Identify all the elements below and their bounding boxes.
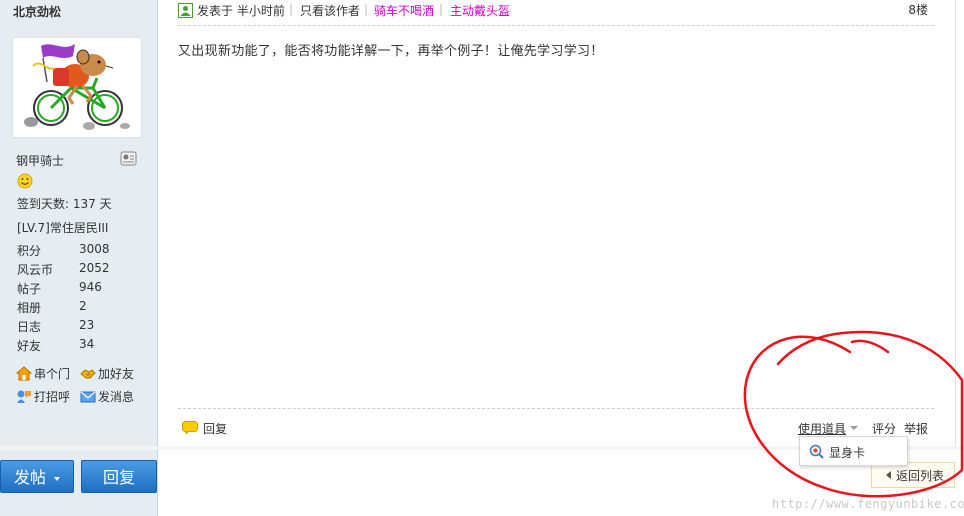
chevron-down-icon: [54, 476, 60, 481]
stat-value[interactable]: 34: [79, 337, 94, 356]
reply-button[interactable]: 回复: [81, 460, 157, 493]
checkin-days: 签到天数: 137 天: [17, 197, 112, 211]
rank-title: 钢甲骑士: [16, 154, 65, 168]
reply-button-label: 回复: [102, 468, 135, 487]
envelope-icon: [80, 391, 96, 403]
home-icon: [16, 366, 32, 381]
user-level[interactable]: [LV.7]常住居民III: [17, 219, 108, 236]
chevron-down-icon[interactable]: [850, 426, 858, 430]
stat-value[interactable]: 2052: [79, 261, 110, 280]
floor-number[interactable]: 8楼: [908, 1, 928, 18]
medal-no-drink[interactable]: 骑车不喝酒: [374, 2, 434, 19]
back-to-list-label: 返回列表: [896, 468, 945, 483]
medal-helmet[interactable]: 主动戴头盔: [450, 2, 510, 19]
message-label: 发消息: [98, 390, 135, 404]
stat-value[interactable]: 3008: [79, 242, 110, 261]
user-stats: 积分 3008 风云币 2052 帖子 946 相册 2 日志 23 好友 34: [17, 242, 147, 356]
stat-label: 好友: [17, 339, 42, 353]
avatar[interactable]: [12, 37, 142, 138]
visit-label: 串个门: [34, 367, 71, 381]
tools-dropdown: 显身卡: [799, 436, 908, 466]
add-friend-label: 加好友: [98, 367, 135, 381]
profile-actions: 串个门 加好友 打招呼 发消息: [16, 362, 156, 408]
separator: |: [364, 2, 369, 16]
action-row: 打招呼 发消息: [16, 385, 156, 408]
separator: |: [289, 2, 294, 16]
visit-button[interactable]: 串个门: [16, 362, 80, 385]
action-row: 串个门 加好友: [16, 362, 156, 385]
use-tools-link[interactable]: 使用道具: [798, 420, 846, 437]
reply-icon[interactable]: [182, 421, 198, 436]
stat-value[interactable]: 23: [79, 318, 94, 337]
add-friend-button[interactable]: 加好友: [80, 362, 144, 385]
reply-link[interactable]: 回复: [203, 420, 227, 437]
post-content: 又出现新功能了，能否将功能详解一下，再举个例子！让俺先学习学习！: [178, 44, 604, 59]
stat-row: 日志 23: [17, 318, 147, 337]
only-author-link[interactable]: 只看该作者: [300, 2, 360, 19]
content-border: [955, 0, 956, 446]
handshake-icon: [80, 369, 96, 379]
rate-link[interactable]: 评分: [872, 420, 896, 437]
separator: |: [439, 2, 444, 16]
watermark: http://www.fengyunbike.com: [772, 497, 964, 511]
reveal-card-item[interactable]: 显身卡: [829, 444, 865, 461]
new-post-button[interactable]: 发帖: [0, 460, 74, 493]
stat-value[interactable]: 946: [79, 280, 102, 299]
stat-label: 风云币: [17, 263, 54, 277]
stat-label: 积分: [17, 244, 42, 258]
id-card-icon[interactable]: [120, 151, 137, 166]
stat-row: 帖子 946: [17, 280, 147, 299]
report-link[interactable]: 举报: [904, 420, 928, 437]
stat-row: 积分 3008: [17, 242, 147, 261]
user-online-icon: [178, 3, 193, 18]
new-post-label: 发帖: [13, 468, 46, 487]
magnifier-icon: [809, 444, 824, 459]
stat-row: 风云币 2052: [17, 261, 147, 280]
arrow-left-icon: [886, 471, 891, 479]
stat-label: 日志: [17, 320, 42, 334]
greet-button[interactable]: 打招呼: [16, 385, 80, 408]
stat-row: 好友 34: [17, 337, 147, 356]
send-message-button[interactable]: 发消息: [80, 385, 144, 408]
stat-value[interactable]: 2: [79, 299, 87, 318]
stat-row: 相册 2: [17, 299, 147, 318]
smiley-icon: [17, 173, 33, 189]
post-time: 发表于 半小时前: [197, 4, 285, 18]
author-username[interactable]: 北京劲松: [13, 3, 61, 20]
greet-icon: [17, 390, 31, 403]
greet-label: 打招呼: [34, 390, 71, 404]
stat-label: 相册: [17, 301, 42, 315]
stat-label: 帖子: [17, 282, 42, 296]
post-header: 发表于 半小时前 | 只看该作者 | 骑车不喝酒 | 主动戴头盔 8楼: [178, 0, 934, 26]
